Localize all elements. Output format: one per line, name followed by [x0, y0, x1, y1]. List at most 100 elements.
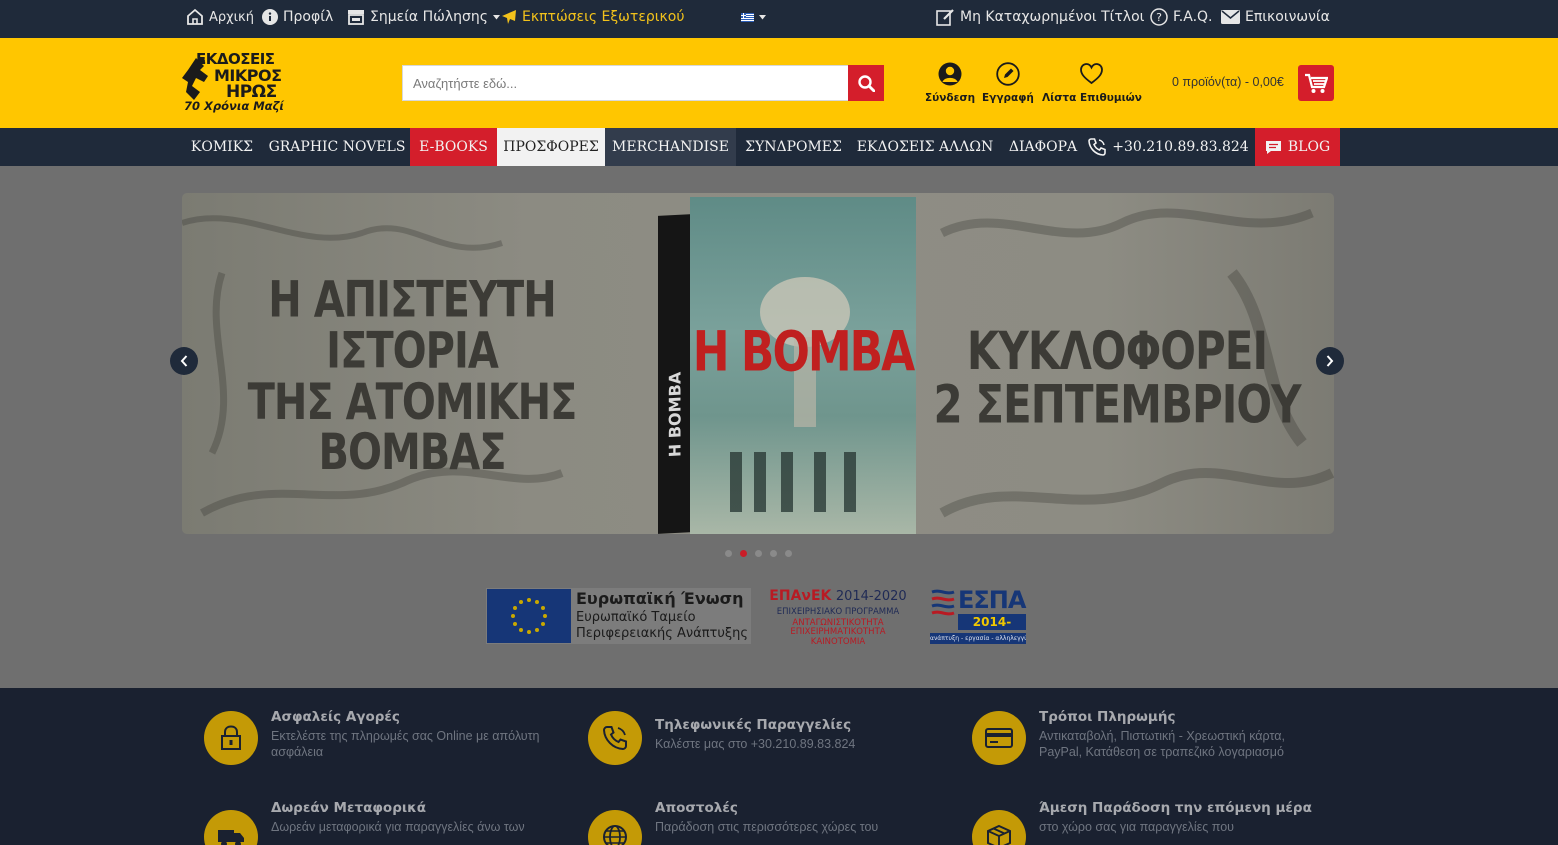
slider-dot-5[interactable] — [785, 550, 792, 557]
espa-tagline: ανάπτυξη - εργασία - αλληλεγγύη — [930, 633, 1026, 644]
nav-graphic-novels[interactable]: GRAPHIC NOVELS — [264, 128, 410, 166]
feature-phone-icon-wrap — [588, 711, 642, 765]
feature-payment-title: Τρόποι Πληρωμής — [1039, 709, 1176, 725]
eu-stars-icon — [511, 598, 547, 634]
espa-years: 2014-2020 — [958, 614, 1026, 645]
top-bar: Αρχική Προφίλ Σημεία Πώλησης Εκπτώσεις Ε… — [0, 0, 1558, 38]
nav-subscriptions[interactable]: ΣΥΝΔΡΟΜΕΣ — [736, 128, 851, 166]
heart-icon — [1080, 63, 1104, 85]
caret-down-icon — [759, 14, 766, 19]
nav-merchandise[interactable]: MERCHANDISE — [605, 128, 736, 166]
slider-dot-3[interactable] — [755, 550, 762, 557]
eu-title: Ευρωπαϊκή Ένωση — [576, 589, 744, 608]
lock-icon — [221, 725, 241, 750]
nav-misc[interactable]: ΔΙΑΦΟΡΑ — [999, 128, 1087, 166]
faq-link[interactable]: ? F.A.Q. — [1150, 0, 1213, 34]
feature-secure-desc: Εκτελέστε της πληρωμές σας Online με από… — [271, 729, 540, 759]
stores-dropdown[interactable]: Σημεία Πώλησης — [347, 0, 500, 34]
epanek-line-1: ΕΠΙΧΕΙΡΗΣΙΑΚΟ ΠΡΟΓΡΑΜΜΑ — [776, 607, 900, 617]
search-button[interactable] — [848, 65, 884, 101]
unregistered-titles-link[interactable]: Μη Καταχωρημένοι Τίτλοι — [936, 0, 1144, 34]
feature-payment-icon-wrap — [972, 711, 1026, 765]
features-section: Ασφαλείς Αγορές Εκτελέστε της πληρωμές σ… — [0, 688, 1558, 845]
discounts-link[interactable]: Εκπτώσεις Εξωτερικού — [501, 0, 684, 34]
book-title: Η ΒΟΜΒΑ — [692, 320, 915, 385]
feature-phone-desc: Καλέστε μας στο +30.210.89.83.824 — [655, 737, 856, 751]
feature-next-day-title: Άμεση Παράδοση την επόμενη μέρα — [1039, 800, 1312, 816]
espa-stripes-icon — [931, 589, 955, 616]
nav-comics[interactable]: ΚΟΜΙΚΣ — [182, 128, 262, 166]
slider-prev-button[interactable] — [170, 347, 198, 375]
site-logo[interactable]: ΕΚΔΟΣΕΙΣ ΜΙΚΡΟΣ ΗΡΩΣ 70 Χρόνια Μαζί — [180, 50, 292, 116]
wishlist-link[interactable]: Λίστα Επιθυμιών — [1042, 62, 1142, 104]
caret-down-icon — [492, 14, 500, 19]
site-header: ΕΚΔΟΣΕΙΣ ΜΙΚΡΟΣ ΗΡΩΣ 70 Χρόνια Μαζί Σύνδ… — [0, 38, 1558, 128]
register-link[interactable]: Εγγραφή — [982, 62, 1034, 104]
epanek-line-4: ΚΑΙΝΟΤΟΜΙΑ — [810, 636, 866, 647]
epanek-years: 2014-2020 — [835, 589, 907, 604]
language-selector[interactable] — [741, 0, 766, 34]
slide-right-line-1: ΚΥΚΛΟΦΟΡΕΙ — [966, 320, 1268, 382]
profile-label: Προφίλ — [283, 9, 334, 25]
nav-phone[interactable]: +30.210.89.83.824 — [1087, 128, 1250, 166]
chevron-right-icon — [1326, 355, 1334, 367]
epanek-line-2: ΑΝΤΑΓΩΝΙΣΤΙΚΟΤΗΤΑ — [792, 617, 884, 628]
slide-left-line-3: ΤΗΣ ΑΤΟΜΙΚΗΣ — [247, 373, 578, 431]
nav-blog-label: BLOG — [1287, 139, 1331, 155]
main-nav: ΚΟΜΙΚΣ GRAPHIC NOVELS E-BOOKS ΠΡΟΣΦΟΡΕΣ … — [0, 128, 1558, 166]
nav-ebooks[interactable]: E-BOOKS — [410, 128, 497, 166]
espa-title: ΕΣΠΑ — [958, 586, 1026, 614]
info-icon — [262, 9, 278, 25]
eu-line-1: Ευρωπαϊκό Ταμείο — [576, 610, 696, 625]
register-label: Εγγραφή — [982, 92, 1034, 104]
feature-next-day-icon-wrap — [972, 810, 1026, 845]
contact-link[interactable]: Επικοινωνία — [1221, 0, 1330, 34]
cart-summary[interactable]: 0 προϊόν(τα) - 0,00€ — [1172, 75, 1284, 89]
greek-flag-icon — [741, 12, 754, 22]
box-icon — [987, 824, 1011, 845]
hero-slider[interactable]: Η ΑΠΙΣΤΕΥΤΗ ΙΣΤΟΡΙΑ ΤΗΣ ΑΤΟΜΙΚΗΣ ΒΟΜΒΑΣ … — [182, 193, 1334, 534]
espa-logo: ΕΣΠΑ 2014-2020 ανάπτυξη - εργασία - αλλη… — [930, 586, 1028, 646]
slider-dot-4[interactable] — [770, 550, 777, 557]
feature-phone-title: Τηλεφωνικές Παραγγελίες — [655, 717, 852, 733]
contact-label: Επικοινωνία — [1245, 9, 1330, 25]
home-link[interactable]: Αρχική — [186, 0, 254, 34]
slider-dot-1[interactable] — [725, 550, 732, 557]
question-icon: ? — [1150, 8, 1168, 26]
nav-blog[interactable]: BLOG — [1255, 128, 1340, 166]
feature-free-shipping-desc: Δωρεάν μεταφορικά για παραγγελίες άνω τω… — [271, 820, 525, 834]
search-input[interactable] — [402, 65, 849, 101]
faq-label: F.A.Q. — [1173, 9, 1213, 25]
globe-icon — [603, 825, 627, 845]
feature-next-day-desc: στο χώρο σας για παραγγελίες που — [1039, 820, 1235, 834]
cart-button[interactable] — [1298, 65, 1334, 101]
funding-logos: Ευρωπαϊκή Ένωση Ευρωπαϊκό Ταμείο Περιφερ… — [486, 586, 1030, 646]
epanek-title: ΕΠΑνΕΚ — [769, 588, 832, 604]
login-link[interactable]: Σύνδεση — [925, 62, 975, 104]
feature-secure-title: Ασφαλείς Αγορές — [271, 709, 400, 725]
slide-left-line-1: Η ΑΠΙΣΤΕΥΤΗ — [268, 271, 556, 329]
feature-shipping-desc: Παράδοση στις περισσότερες χώρες του — [655, 820, 879, 834]
slider-next-button[interactable] — [1316, 347, 1344, 375]
wishlist-label: Λίστα Επιθυμιών — [1042, 92, 1142, 104]
pencil-icon — [996, 62, 1020, 86]
book-front: Η ΒΟΜΒΑ — [690, 197, 916, 534]
discounts-label: Εκπτώσεις Εξωτερικού — [522, 9, 685, 25]
stores-label: Σημεία Πώλησης — [370, 9, 488, 25]
book-figures-decoration — [730, 452, 880, 512]
cart-icon — [1305, 73, 1328, 93]
slide-right-text: ΚΥΚΛΟΦΟΡΕΙ 2 ΣΕΠΤΕΜΒΡΙΟΥ — [917, 320, 1317, 435]
phone-icon — [602, 726, 627, 751]
user-icon — [938, 62, 962, 86]
nav-other-publishers[interactable]: ΕΚΔΟΣΕΙΣ ΑΛΛΩΝ — [851, 128, 999, 166]
slider-dot-2[interactable] — [740, 550, 747, 557]
phone-icon — [1088, 138, 1107, 156]
profile-link[interactable]: Προφίλ — [262, 0, 333, 34]
plane-icon — [502, 10, 516, 24]
slide-left-line-4: ΒΟΜΒΑΣ — [318, 424, 506, 482]
credit-card-icon — [985, 728, 1013, 748]
store-icon — [348, 10, 364, 25]
slide-right-line-2: 2 ΣΕΠΤΕΜΒΡΙΟΥ — [933, 373, 1301, 435]
epanek-logo: ΕΠΑνΕΚ 2014-2020 ΕΠΙΧΕΙΡΗΣΙΑΚΟ ΠΡΟΓΡΑΜΜΑ… — [768, 588, 908, 647]
nav-offers[interactable]: ΠΡΟΣΦΟΡΕΣ — [497, 128, 605, 166]
